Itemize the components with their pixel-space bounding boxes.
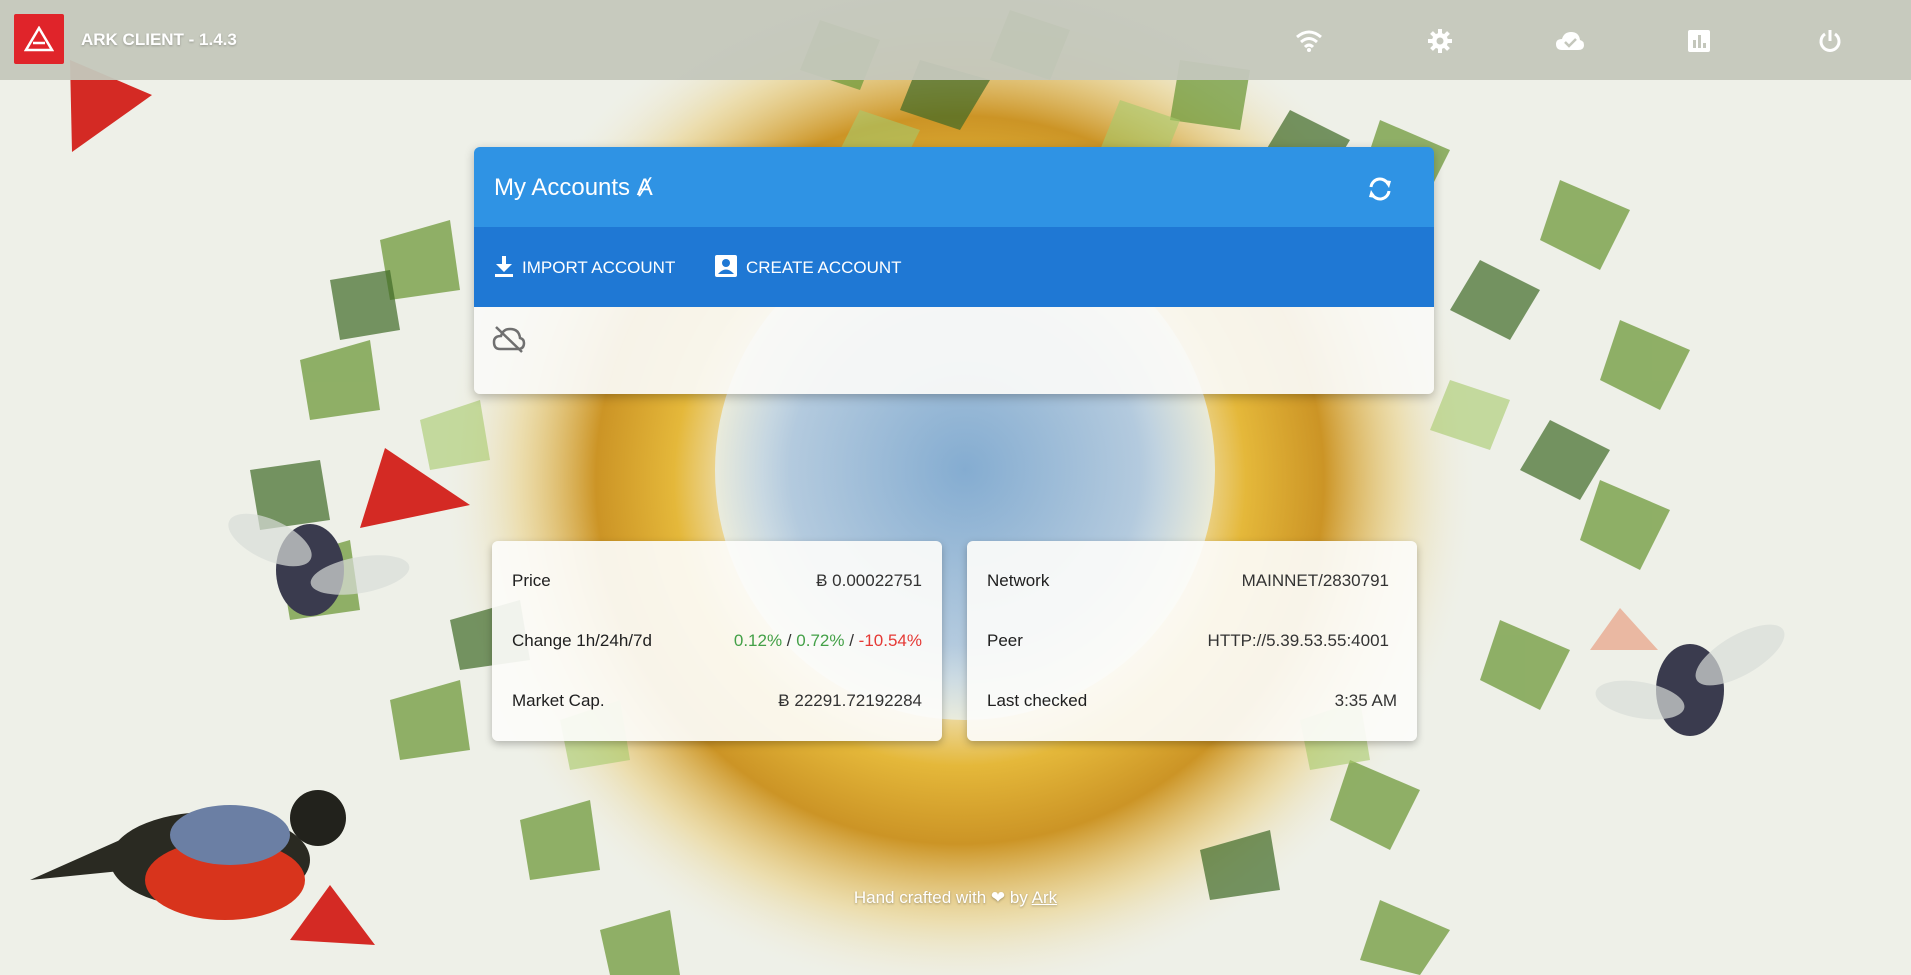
- import-account-button[interactable]: IMPORT ACCOUNT: [494, 253, 675, 283]
- peer-label: Peer: [987, 631, 1023, 650]
- accounts-title: My Accounts Ⱥ: [494, 174, 653, 201]
- create-account-label: CREATE ACCOUNT: [746, 258, 902, 277]
- ark-logo-icon[interactable]: [14, 14, 64, 64]
- price-label: Price: [512, 571, 551, 590]
- change-1h: 0.12%: [733, 631, 783, 650]
- accounts-header: My Accounts Ⱥ: [474, 147, 1434, 227]
- last-checked-row: Last checked 3:35 AM: [987, 686, 1397, 716]
- create-account-button[interactable]: CREATE ACCOUNT: [714, 253, 902, 283]
- gear-icon[interactable]: [1425, 26, 1455, 56]
- change-row: Change 1h/24h/7d 0.12% / 0.72% / -10.54%: [512, 626, 922, 656]
- change-separator: /: [786, 631, 792, 650]
- market-cap-label: Market Cap.: [512, 691, 605, 710]
- import-account-label: IMPORT ACCOUNT: [522, 258, 676, 277]
- last-checked-label: Last checked: [987, 691, 1088, 710]
- accounts-card: My Accounts Ⱥ IMPORT ACCOUNT CREATE ACCO…: [474, 147, 1434, 394]
- peer-row: Peer HTTP://5.39.53.55:4001: [987, 626, 1389, 656]
- change-separator: /: [849, 631, 854, 650]
- download-icon: [494, 255, 514, 282]
- change-24h: 0.72%: [796, 631, 845, 650]
- wifi-icon[interactable]: [1294, 26, 1324, 56]
- footer-text: Hand crafted with: [853, 888, 987, 907]
- accounts-toolbar: IMPORT ACCOUNT CREATE ACCOUNT: [474, 227, 1434, 307]
- footer-by: by: [1009, 888, 1028, 907]
- market-cap-value: Ƀ 22291.72192284: [778, 691, 922, 710]
- heart-icon: ❤: [990, 888, 1006, 907]
- market-info-card: Price Ƀ 0.00022751 Change 1h/24h/7d 0.12…: [492, 541, 942, 741]
- ark-link[interactable]: Ark: [1032, 888, 1058, 907]
- peer-value: HTTP://5.39.53.55:4001: [1207, 631, 1389, 650]
- network-row: Network MAINNET/2830791: [987, 566, 1389, 596]
- cloud-off-icon: [492, 325, 526, 359]
- price-value: Ƀ 0.00022751: [816, 571, 922, 590]
- network-label: Network: [987, 571, 1050, 590]
- account-box-icon: [714, 254, 738, 283]
- power-icon[interactable]: [1815, 26, 1845, 56]
- top-bar: ARK CLIENT - 1.4.3: [0, 0, 1911, 80]
- refresh-icon[interactable]: [1366, 175, 1394, 203]
- price-row: Price Ƀ 0.00022751: [512, 566, 922, 596]
- cloud-done-icon[interactable]: [1555, 26, 1585, 56]
- footer: Hand crafted with ❤ by Ark: [0, 888, 1911, 908]
- network-value: MAINNET/2830791: [1241, 571, 1389, 590]
- app-title: ARK CLIENT - 1.4.3: [81, 30, 237, 49]
- last-checked-value: 3:35 AM: [1334, 691, 1397, 710]
- accounts-list: [474, 307, 1434, 394]
- change-label: Change 1h/24h/7d: [512, 631, 652, 650]
- market-cap-row: Market Cap. Ƀ 22291.72192284: [512, 686, 922, 716]
- change-7d: -10.54%: [858, 631, 922, 650]
- change-value: 0.12% / 0.72% / -10.54%: [734, 631, 922, 651]
- network-info-card: Network MAINNET/2830791 Peer HTTP://5.39…: [967, 541, 1417, 741]
- chart-icon[interactable]: [1684, 26, 1714, 56]
